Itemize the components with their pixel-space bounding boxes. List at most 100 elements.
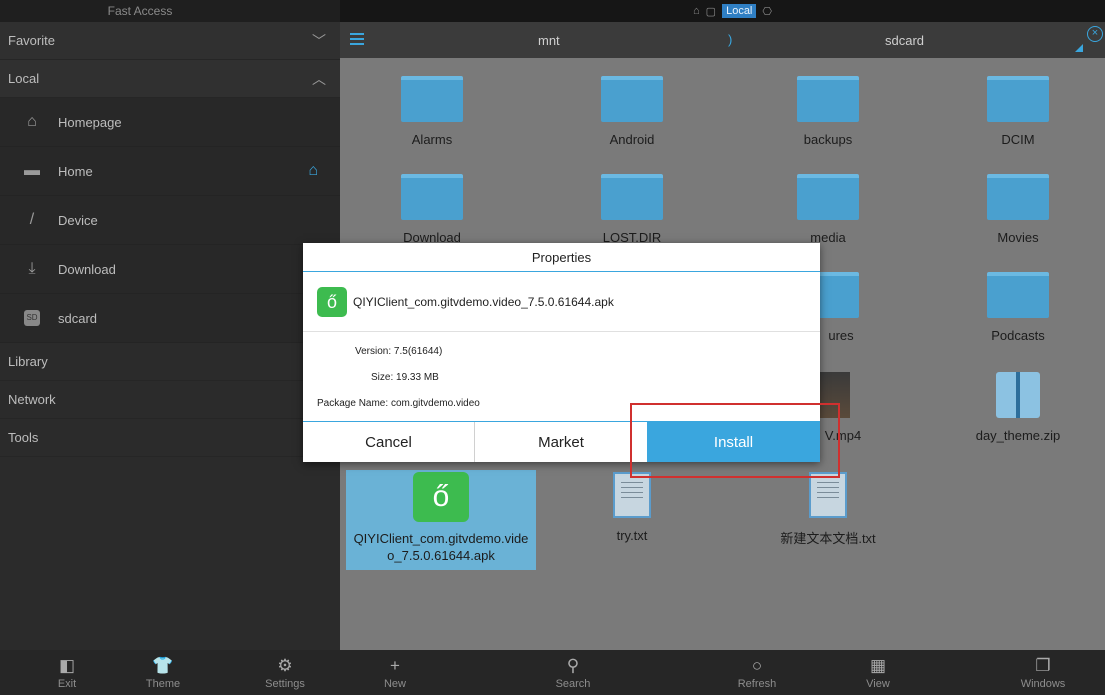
window-tab-icon[interactable]: ▢	[706, 5, 716, 18]
set-home-icon[interactable]: ⌂	[308, 162, 318, 180]
settings-button[interactable]: ⚙ Settings	[240, 650, 330, 695]
file-name: day_theme.zip	[975, 428, 1061, 443]
sidebar-item-label: Home	[58, 163, 93, 179]
file-item[interactable]: try.txt	[552, 472, 712, 543]
file-item[interactable]: Android	[552, 76, 712, 147]
file-item[interactable]: backups	[748, 76, 908, 147]
download-icon: ⤓	[28, 260, 36, 277]
file-name: try.txt	[616, 528, 648, 543]
dialog-title: Properties	[303, 243, 820, 272]
breadcrumb-separator: )	[728, 32, 733, 47]
theme-button[interactable]: 👕 Theme	[118, 650, 208, 695]
sidebar-item-label: Download	[58, 261, 116, 277]
sidebar-title: Fast Access	[0, 0, 340, 22]
size-row: Size: 19.33 MB	[371, 372, 439, 383]
breadcrumb-mnt[interactable]: mnt	[538, 33, 560, 48]
new-button[interactable]: + New	[350, 650, 440, 695]
package-value: com.gitvdemo.video	[390, 398, 480, 409]
cancel-button[interactable]: Cancel	[303, 422, 475, 462]
sidebar-item-home[interactable]: ▬ Home ⌂	[0, 147, 340, 196]
file-item[interactable]: DCIM	[938, 76, 1098, 147]
file-item[interactable]: Alarms	[352, 76, 512, 147]
app-file-name: QIYIClient_com.gitvdemo.video_7.5.0.6164…	[353, 294, 614, 309]
app-root: Fast Access Favorite ﹀ Local ︿ ⌂ Homepag…	[0, 0, 1105, 695]
breadcrumb-sdcard[interactable]: sdcard	[885, 33, 924, 48]
plus-icon: +	[390, 656, 400, 675]
home-tab-icon[interactable]: ⌂	[693, 5, 700, 17]
windows-button[interactable]: ❐ Windows	[998, 650, 1088, 695]
close-icon[interactable]: ×	[1087, 26, 1103, 42]
menu-icon[interactable]	[350, 33, 364, 45]
folder-icon	[601, 76, 663, 122]
package-label: Package Name:	[317, 398, 389, 409]
folder-icon	[987, 272, 1049, 318]
dialog-app-row: ő QIYIClient_com.gitvdemo.video_7.5.0.61…	[303, 272, 820, 332]
exit-label: Exit	[57, 678, 77, 690]
house-icon: ⌂	[27, 113, 37, 130]
folder-icon	[401, 76, 463, 122]
file-item[interactable]: 新建文本文档.txt	[748, 472, 908, 547]
folder-icon	[601, 174, 663, 220]
theme-label: Theme	[145, 678, 181, 690]
sidebar-item-label: Homepage	[58, 114, 122, 130]
folder-icon	[401, 174, 463, 220]
search-label: Search	[555, 678, 591, 690]
file-item-selected[interactable]: ő QIYIClient_com.gitvdemo.video_7.5.0.61…	[346, 472, 536, 564]
network-tab-icon[interactable]: ⎔	[762, 5, 772, 18]
file-item[interactable]: Download	[352, 174, 512, 245]
view-button[interactable]: ▦ View	[833, 650, 923, 695]
refresh-label: Refresh	[737, 678, 777, 690]
file-name: backups	[803, 132, 853, 147]
view-label: View	[866, 678, 890, 690]
file-item[interactable]: Podcasts	[938, 272, 1098, 343]
section-tools[interactable]: Tools	[0, 419, 340, 457]
tab-local[interactable]: Local	[722, 4, 757, 18]
exit-icon: ◧	[58, 656, 76, 675]
folder-icon	[797, 76, 859, 122]
file-name: Movies	[997, 230, 1039, 245]
sidebar-item-device[interactable]: / Device	[0, 196, 340, 245]
path-bar: mnt ) sdcard ×	[340, 22, 1105, 58]
highlight-frame	[630, 403, 840, 478]
file-name: 新建文本文档.txt	[780, 531, 876, 546]
section-label: Network	[8, 392, 56, 407]
sidebar: Fast Access Favorite ﹀ Local ︿ ⌂ Homepag…	[0, 0, 340, 650]
file-item[interactable]: day_theme.zip	[938, 372, 1098, 443]
exit-button[interactable]: ◧ Exit	[22, 650, 112, 695]
section-label: Local	[8, 71, 40, 86]
grid-icon: ▦	[869, 656, 887, 675]
new-label: New	[383, 678, 406, 690]
file-item[interactable]: media	[748, 174, 908, 245]
section-favorite[interactable]: Favorite ﹀	[0, 22, 340, 60]
zip-icon	[996, 372, 1040, 418]
shirt-icon: 👕	[152, 656, 174, 675]
file-item[interactable]: Movies	[938, 174, 1098, 245]
sidebar-item-download[interactable]: ⤓ Download	[0, 245, 340, 294]
sidebar-item-sdcard[interactable]: SD sdcard	[0, 294, 340, 343]
chevron-down-icon: ﹀	[312, 32, 326, 49]
version-value: 7.5(61644)	[393, 346, 443, 357]
refresh-icon: ○	[751, 656, 763, 675]
section-label: Favorite	[8, 33, 55, 48]
refresh-button[interactable]: ○ Refresh	[712, 650, 802, 695]
chevron-up-icon: ︿	[312, 70, 326, 87]
apk-icon: ő	[413, 472, 469, 522]
settings-label: Settings	[265, 678, 305, 690]
folder-icon: ▬	[24, 162, 40, 179]
section-label: Tools	[8, 430, 39, 445]
corner-indicator-icon	[1075, 44, 1083, 52]
search-button[interactable]: ⚲ Search	[528, 650, 618, 695]
section-library[interactable]: Library	[0, 343, 340, 381]
folder-icon	[797, 174, 859, 220]
size-label: Size:	[371, 372, 394, 383]
folder-icon	[987, 76, 1049, 122]
text-file-icon	[613, 472, 651, 518]
sidebar-item-homepage[interactable]: ⌂ Homepage	[0, 98, 340, 147]
windows-icon: ❐	[1035, 656, 1051, 675]
section-local[interactable]: Local ︿	[0, 60, 340, 98]
windows-label: Windows	[1020, 678, 1066, 690]
window-tabs-bar: ⌂ ▢ Local ⎔	[340, 0, 1105, 22]
market-button[interactable]: Market	[475, 422, 647, 462]
section-network[interactable]: Network	[0, 381, 340, 419]
file-item[interactable]: LOST.DIR	[552, 174, 712, 245]
